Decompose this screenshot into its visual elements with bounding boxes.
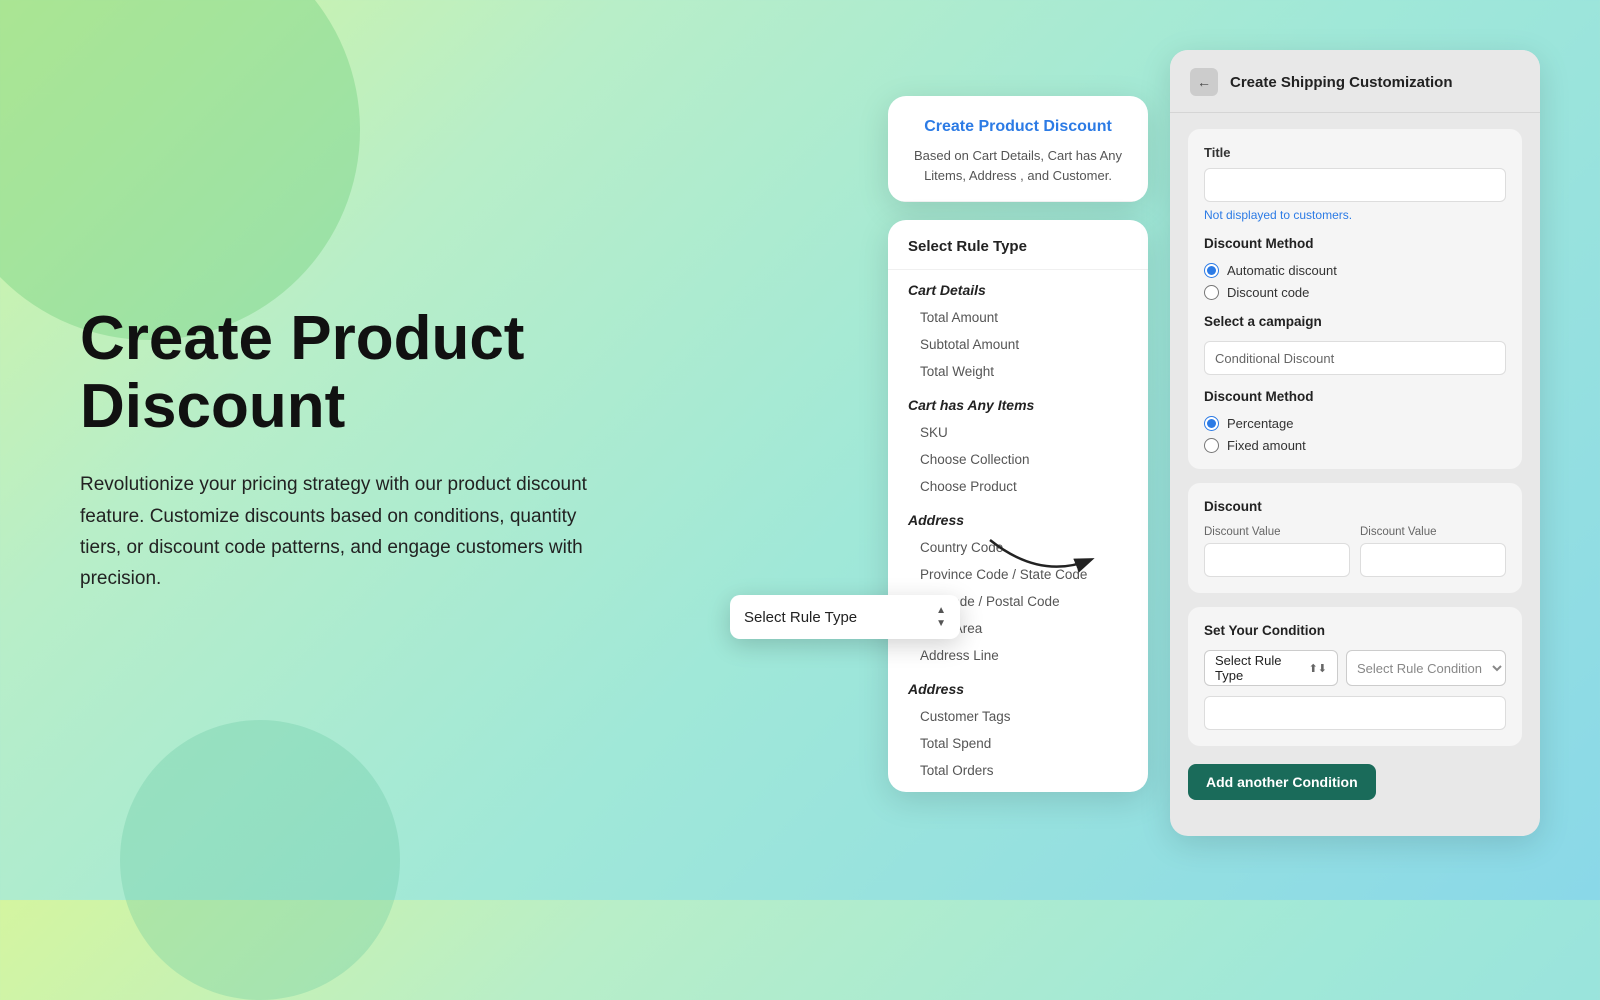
product-card-header: Create Product Discount Based on Cart De…	[888, 96, 1148, 202]
select-rule-type-arrows: ⬆⬇	[1309, 662, 1327, 675]
shipping-card-title: Create Shipping Customization	[1230, 74, 1453, 91]
discount-method2-radio-group: Percentage Fixed amount	[1204, 416, 1506, 453]
discount-section: Discount Discount Value Discount Value	[1188, 483, 1522, 593]
discount-method2-label: Discount Method	[1204, 389, 1506, 404]
discount-method-label: Discount Method	[1204, 236, 1506, 251]
discount-value1-label: Discount Value	[1204, 526, 1350, 538]
select-rule-type-label: Select Rule Type	[1215, 653, 1309, 683]
rule-type-card: Select Rule Type Cart Details Total Amou…	[888, 220, 1148, 792]
title-label: Title	[1204, 145, 1506, 160]
discount-value2-input[interactable]	[1360, 543, 1506, 577]
bg-circle-top	[0, 0, 360, 340]
radio-automatic-discount[interactable]: Automatic discount	[1204, 263, 1506, 278]
rule-type-header: Select Rule Type	[888, 220, 1148, 270]
discount-col-1: Discount Value	[1204, 526, 1350, 577]
rule-item-subtotal-amount[interactable]: Subtotal Amount	[888, 331, 1148, 358]
condition-section-label: Set Your Condition	[1204, 623, 1506, 638]
cards-area: Create Product Discount Based on Cart De…	[888, 50, 1540, 836]
floating-dropdown-label: Select Rule Type	[744, 609, 857, 626]
radio-fixed-amount[interactable]: Fixed amount	[1204, 438, 1506, 453]
rule-item-total-weight[interactable]: Total Weight	[888, 358, 1148, 385]
radio-fixed-amount-input[interactable]	[1204, 438, 1219, 453]
dropdown-arrows: ▲ ▼	[936, 605, 946, 629]
select-campaign-label: Select a campaign	[1204, 314, 1506, 329]
radio-percentage-label: Percentage	[1227, 416, 1294, 431]
rule-item-sku[interactable]: SKU	[888, 419, 1148, 446]
hero-section: Create Product Discount Revolutionize yo…	[80, 305, 620, 595]
rule-item-country-code[interactable]: Country Code	[888, 534, 1148, 561]
campaign-input[interactable]	[1204, 341, 1506, 375]
rule-item-address-line[interactable]: Address Line	[888, 642, 1148, 669]
rule-item-province-code[interactable]: Province Code / State Code	[888, 561, 1148, 588]
add-condition-button[interactable]: Add another Condition	[1188, 764, 1376, 800]
radio-discount-code-label: Discount code	[1227, 285, 1309, 300]
rule-item-total-amount[interactable]: Total Amount	[888, 304, 1148, 331]
arrow-up: ▲	[936, 605, 946, 616]
product-discount-card: Create Product Discount Based on Cart De…	[888, 96, 1148, 202]
discount-col-2: Discount Value	[1360, 526, 1506, 577]
rule-item-customer-tags[interactable]: Customer Tags	[888, 703, 1148, 730]
back-button[interactable]: ←	[1190, 68, 1218, 96]
condition-row: Select Rule Type ⬆⬇ Select Rule Conditio…	[1204, 650, 1506, 686]
floating-rule-type-dropdown[interactable]: Select Rule Type ▲ ▼	[730, 595, 960, 639]
rule-item-choose-collection[interactable]: Choose Collection	[888, 446, 1148, 473]
product-card-title: Create Product Discount	[908, 118, 1128, 136]
rule-item-total-spend[interactable]: Total Spend	[888, 730, 1148, 757]
select-rule-condition[interactable]: Select Rule Condition	[1346, 650, 1506, 686]
shipping-card-header: ← Create Shipping Customization	[1170, 50, 1540, 113]
condition-value-input[interactable]	[1204, 696, 1506, 730]
group-title-address2: Address	[888, 669, 1148, 703]
radio-discount-code[interactable]: Discount code	[1204, 285, 1506, 300]
radio-automatic-label: Automatic discount	[1227, 263, 1337, 278]
hero-description: Revolutionize your pricing strategy with…	[80, 470, 620, 595]
condition-section: Set Your Condition Select Rule Type ⬆⬇ S…	[1188, 607, 1522, 746]
group-title-cart-details: Cart Details	[888, 270, 1148, 304]
shipping-card-body: Title Not displayed to customers. Discou…	[1170, 113, 1540, 816]
product-card-desc: Based on Cart Details, Cart has Any Lite…	[908, 146, 1128, 185]
discount-method-radio-group: Automatic discount Discount code	[1204, 263, 1506, 300]
shipping-customization-card: ← Create Shipping Customization Title No…	[1170, 50, 1540, 836]
select-rule-type-btn[interactable]: Select Rule Type ⬆⬇	[1204, 650, 1338, 686]
discount-value2-label: Discount Value	[1360, 526, 1506, 538]
discount-value1-input[interactable]	[1204, 543, 1350, 577]
bg-circle-bottom	[120, 720, 400, 1000]
radio-discount-code-input[interactable]	[1204, 285, 1219, 300]
radio-automatic-input[interactable]	[1204, 263, 1219, 278]
discount-row: Discount Value Discount Value	[1204, 526, 1506, 577]
rule-item-choose-product[interactable]: Choose Product	[888, 473, 1148, 500]
arrow-down: ▼	[936, 618, 946, 629]
rule-item-total-orders[interactable]: Total Orders	[888, 757, 1148, 784]
group-title-cart-items: Cart has Any Items	[888, 385, 1148, 419]
radio-fixed-amount-label: Fixed amount	[1227, 438, 1306, 453]
title-section: Title Not displayed to customers. Discou…	[1188, 129, 1522, 469]
radio-percentage-input[interactable]	[1204, 416, 1219, 431]
discount-section-label: Discount	[1204, 499, 1506, 514]
not-displayed-text: Not displayed to customers.	[1204, 208, 1506, 222]
radio-percentage[interactable]: Percentage	[1204, 416, 1506, 431]
group-title-address: Address	[888, 500, 1148, 534]
hero-title: Create Product Discount	[80, 305, 620, 441]
title-input[interactable]	[1204, 168, 1506, 202]
